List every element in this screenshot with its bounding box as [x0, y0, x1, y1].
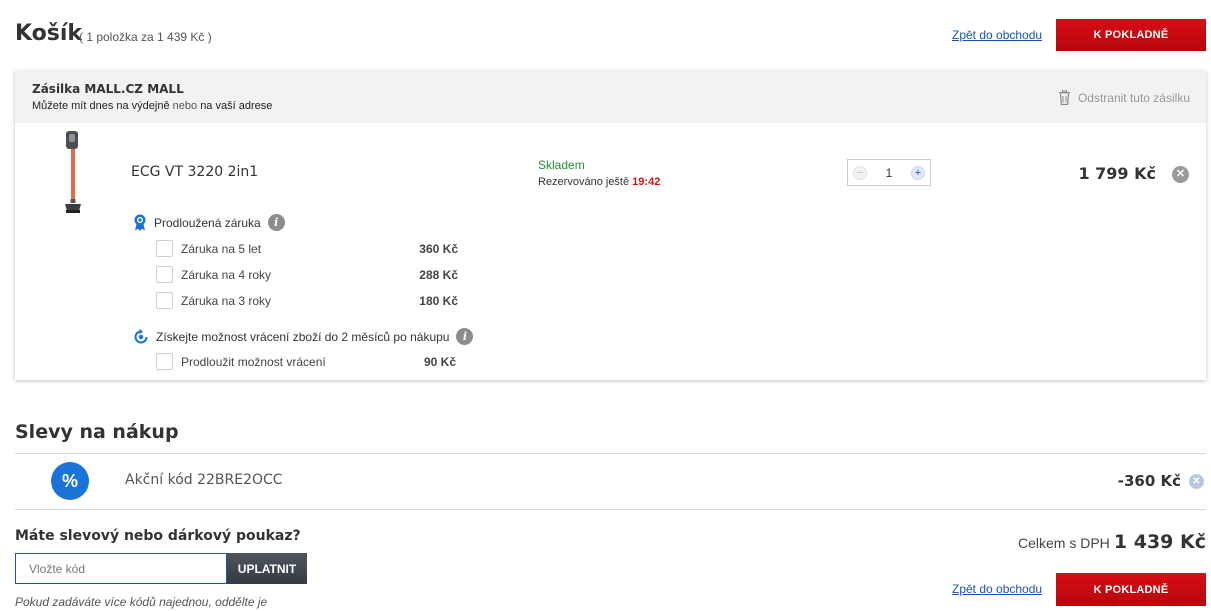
- warranty-checkbox[interactable]: [156, 292, 173, 309]
- returns-option[interactable]: Prodloužit možnost vrácení 90 Kč: [156, 352, 456, 372]
- cart-summary: ( 1 položka za 1 439 Kč ): [79, 30, 212, 44]
- voucher-code-input[interactable]: [15, 553, 227, 584]
- discount-code-label: Akční kód 22BRE2OCC: [125, 472, 283, 488]
- remove-discount-button[interactable]: ✕: [1189, 474, 1204, 489]
- quantity-increase-button[interactable]: +: [911, 166, 925, 180]
- divider: [15, 509, 1206, 510]
- back-to-shop-link[interactable]: Zpět do obchodu: [952, 582, 1042, 596]
- discounts-title: Slevy na nákup: [15, 421, 179, 443]
- remove-shipment-button[interactable]: Odstranit tuto zásilku: [1058, 90, 1190, 105]
- warranty-option[interactable]: Záruka na 3 roky 180 Kč: [156, 291, 458, 311]
- stock-status: Skladem: [538, 158, 585, 172]
- voucher-hint: Pokud zadáváte více kódů najednou, odděl…: [15, 595, 268, 609]
- warranty-option[interactable]: Záruka na 5 let 360 Kč: [156, 239, 458, 259]
- returns-checkbox[interactable]: [156, 353, 173, 370]
- remove-shipment-label: Odstranit tuto zásilku: [1077, 90, 1190, 105]
- trash-icon: [1058, 90, 1070, 105]
- returns-section-label: Získejte možnost vrácení zboží do 2 měsí…: [133, 328, 474, 345]
- warranty-checkbox[interactable]: [156, 266, 173, 283]
- total-label: Celkem s DPH: [1018, 535, 1110, 551]
- returns-option-price: 90 Kč: [423, 355, 456, 369]
- shipment-title: Zásilka MALL.CZ MALL: [32, 82, 184, 96]
- delivery-address-text: na vaší adrese: [200, 100, 273, 112]
- percent-icon: %: [51, 462, 89, 500]
- shipment-card: Zásilka MALL.CZ MALL Můžete mít dnes na …: [15, 71, 1206, 380]
- shipment-header: Zásilka MALL.CZ MALL Můžete mít dnes na …: [15, 71, 1206, 123]
- divider: [15, 453, 1206, 454]
- warranty-section-label: Prodloužená záruka i: [133, 214, 285, 231]
- quantity-stepper: − 1 +: [847, 159, 931, 186]
- checkout-button[interactable]: K POKLADNĚ: [1056, 19, 1206, 51]
- warranty-option-label: Záruka na 5 let: [181, 242, 262, 256]
- warranty-option[interactable]: Záruka na 4 roky 288 Kč: [156, 265, 458, 285]
- quantity-value[interactable]: 1: [878, 166, 900, 180]
- reservation-label: Rezervováno ještě: [538, 176, 630, 188]
- info-icon[interactable]: i: [267, 214, 285, 231]
- returns-label: Získejte možnost vrácení zboží do 2 měsí…: [156, 329, 450, 344]
- close-icon: ✕: [1175, 168, 1186, 180]
- returns-option-label: Prodloužit možnost vrácení: [181, 355, 326, 369]
- item-price: 1 799 Kč: [1078, 164, 1156, 183]
- product-name-link[interactable]: ECG VT 3220 2in1: [131, 164, 258, 180]
- remove-item-button[interactable]: ✕: [1172, 166, 1189, 183]
- reservation-info: Rezervováno ještě 19:42: [538, 176, 660, 188]
- warranty-option-label: Záruka na 3 roky: [181, 294, 272, 308]
- voucher-question: Máte slevový nebo dárkový poukaz?: [15, 528, 301, 544]
- warranty-checkbox[interactable]: [156, 240, 173, 257]
- quantity-decrease-button[interactable]: −: [853, 166, 867, 180]
- delivery-or-text: nebo: [172, 100, 198, 112]
- warranty-option-price: 288 Kč: [419, 268, 458, 282]
- page-title: Košík: [15, 21, 83, 46]
- delivery-pickup-text: Můžete mít dnes na výdejně: [32, 100, 170, 112]
- warranty-option-price: 180 Kč: [419, 294, 458, 308]
- warranty-label: Prodloužená záruka: [154, 215, 261, 230]
- total-value: 1 439 Kč: [1113, 531, 1206, 553]
- apply-voucher-button[interactable]: UPLATNIT: [227, 553, 307, 584]
- warranty-option-price: 360 Kč: [419, 242, 458, 256]
- close-icon: ✕: [1192, 476, 1201, 487]
- info-icon[interactable]: i: [456, 328, 474, 345]
- reservation-time: 19:42: [632, 176, 661, 188]
- warranty-option-label: Záruka na 4 roky: [181, 268, 272, 282]
- ribbon-badge-icon: [134, 214, 146, 231]
- checkout-button[interactable]: K POKLADNĚ: [1056, 573, 1206, 606]
- return-arrow-icon: [134, 328, 148, 343]
- product-image[interactable]: [63, 131, 83, 217]
- discount-value: -360 Kč: [1117, 472, 1181, 490]
- back-to-shop-link[interactable]: Zpět do obchodu: [952, 28, 1042, 42]
- shipment-delivery-info: Můžete mít dnes na výdejně nebo na vaší …: [32, 100, 272, 112]
